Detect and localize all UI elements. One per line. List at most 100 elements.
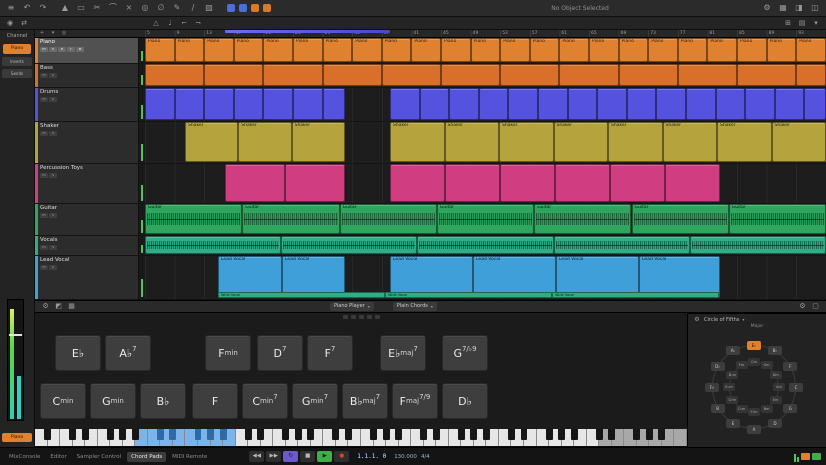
clip-piano[interactable]: Piano <box>796 38 826 62</box>
tempo-track-icon[interactable]: ♩ <box>164 17 176 29</box>
clip-bass[interactable] <box>323 64 382 86</box>
tab-sampler-control[interactable]: Sampler Control <box>73 452 126 462</box>
clip-guitar[interactable]: Guitar <box>145 204 242 234</box>
clip-drums[interactable] <box>627 88 657 120</box>
clip-guitar[interactable]: Guitar <box>242 204 339 234</box>
circle-node-em[interactable]: Em <box>770 396 782 404</box>
channel-track-chip[interactable]: Piano <box>3 44 31 54</box>
clip-piano[interactable]: Piano <box>175 38 205 62</box>
black-key[interactable] <box>658 429 665 440</box>
track-header-lead-vocal[interactable]: Lead Vocalms <box>35 256 145 300</box>
circle-node-db[interactable]: D♭ <box>711 362 725 371</box>
forward-button[interactable]: ▶▶ <box>266 451 281 462</box>
clip-shaker[interactable]: Shaker <box>292 122 345 162</box>
black-key[interactable] <box>257 429 264 440</box>
chord-pad-f[interactable]: F <box>192 383 238 419</box>
black-key[interactable] <box>107 429 114 440</box>
range-select-tool-icon[interactable]: ▭ <box>74 0 88 16</box>
black-key[interactable] <box>608 429 615 440</box>
chord-pad-bb[interactable]: B♭ <box>140 383 186 419</box>
clip-vocals[interactable] <box>145 236 281 254</box>
glue-tool-icon[interactable]: ⌒ <box>106 0 120 16</box>
clip-piano[interactable]: Piano <box>352 38 382 62</box>
track-s-button[interactable]: s <box>49 265 57 270</box>
clip-piano[interactable]: Piano <box>648 38 678 62</box>
clip-shaker[interactable]: Shaker <box>390 122 445 162</box>
track-s-button[interactable]: s <box>49 131 57 136</box>
track-r-button[interactable]: r <box>67 47 75 52</box>
redo-icon[interactable]: ↷ <box>36 0 50 16</box>
clip-bass[interactable] <box>263 64 322 86</box>
clip-drums[interactable] <box>145 88 175 120</box>
black-key[interactable] <box>82 429 89 440</box>
clip-wide-vocal[interactable]: Wide Vocal <box>552 292 719 298</box>
track-header-drums[interactable]: Drumsms <box>35 88 145 122</box>
clip-piano[interactable]: Piano <box>382 38 412 62</box>
circle-node-cm[interactable]: Cm <box>748 358 760 366</box>
clip-piano[interactable]: Piano <box>263 38 293 62</box>
circle-node-e[interactable]: E <box>726 419 740 428</box>
chord-pad-gmin[interactable]: Gmin <box>90 383 136 419</box>
clip-drums[interactable] <box>420 88 450 120</box>
clip-shaker[interactable]: Shaker <box>238 122 291 162</box>
black-key[interactable] <box>282 429 289 440</box>
track-m-button[interactable]: m <box>40 47 48 52</box>
clip-bass[interactable] <box>204 64 263 86</box>
clip-guitar[interactable]: Guitar <box>632 204 729 234</box>
record-button[interactable]: ● <box>334 451 349 462</box>
black-key[interactable] <box>483 429 490 440</box>
circle-node-fs[interactable]: F♯ <box>705 383 719 392</box>
clip-drums[interactable] <box>775 88 805 120</box>
gear-icon[interactable]: ⚙ <box>693 316 701 323</box>
channel-sends-button[interactable]: Sends <box>2 69 32 78</box>
expand-zone-icon[interactable]: ▢ <box>810 301 821 312</box>
circle-node-am[interactable]: Am <box>773 383 785 391</box>
cycle-locator-range[interactable] <box>225 30 390 33</box>
circle-node-fsm[interactable]: F♯m <box>748 408 760 416</box>
clip-drums[interactable] <box>804 88 826 120</box>
clip-piano[interactable]: Piano <box>204 38 234 62</box>
track-header-guitar[interactable]: Guitarms <box>35 204 145 236</box>
circle-node-b[interactable]: B <box>711 404 725 413</box>
clip-bass[interactable] <box>382 64 441 86</box>
black-key[interactable] <box>295 429 302 440</box>
snap-type-icon[interactable]: ⊞ <box>782 17 794 29</box>
clip-piano[interactable]: Piano <box>411 38 441 62</box>
chord-pad-bbmaj7[interactable]: B♭maj7 <box>342 383 388 419</box>
track-m-button[interactable]: m <box>40 213 48 218</box>
track-m-button[interactable]: m <box>40 97 48 102</box>
clip-bass[interactable] <box>559 64 618 86</box>
track-header-bass[interactable]: Bassms <box>35 64 145 88</box>
clip-piano[interactable]: Piano <box>559 38 589 62</box>
clip-drums[interactable] <box>479 88 509 120</box>
circle-node-a[interactable]: A <box>747 425 761 434</box>
clip-piano[interactable]: Piano <box>471 38 501 62</box>
quantize-menu-icon[interactable]: ▾ <box>810 17 822 29</box>
line-tool-icon[interactable]: ∕ <box>186 0 200 16</box>
tab-midi-remote[interactable]: MIDI Remote <box>168 452 211 462</box>
clip-drums[interactable] <box>323 88 345 120</box>
hub-menu-icon[interactable]: ≡ <box>4 0 18 16</box>
track-m-button[interactable]: m <box>40 131 48 136</box>
chord-pads-settings-icon[interactable]: ⚙ <box>40 301 51 312</box>
zoom-tool-icon[interactable]: ◎ <box>138 0 152 16</box>
clip-vocals[interactable] <box>281 236 417 254</box>
tab-chord-pads[interactable]: Chord Pads <box>127 452 166 462</box>
clip-bass[interactable] <box>500 64 559 86</box>
transport-tempo-display[interactable]: 130.000 <box>394 454 417 460</box>
mute-tool-icon[interactable]: ∅ <box>154 0 168 16</box>
black-key[interactable] <box>420 429 427 440</box>
clip-bass[interactable] <box>619 64 678 86</box>
chord-assistant-icon[interactable]: ◩ <box>53 301 64 312</box>
black-key[interactable] <box>370 429 377 440</box>
circle-node-csm[interactable]: C♯m <box>736 405 748 413</box>
black-key[interactable] <box>395 429 402 440</box>
black-key[interactable] <box>470 429 477 440</box>
clip-drums[interactable] <box>204 88 234 120</box>
chord-pad-eb[interactable]: E♭ <box>55 335 101 371</box>
circle-node-f[interactable]: F <box>783 362 797 371</box>
tab-editor[interactable]: Editor <box>46 452 70 462</box>
clip-vocals[interactable] <box>690 236 826 254</box>
track-w-button[interactable]: w <box>76 47 84 52</box>
undo-icon[interactable]: ↶ <box>20 0 34 16</box>
